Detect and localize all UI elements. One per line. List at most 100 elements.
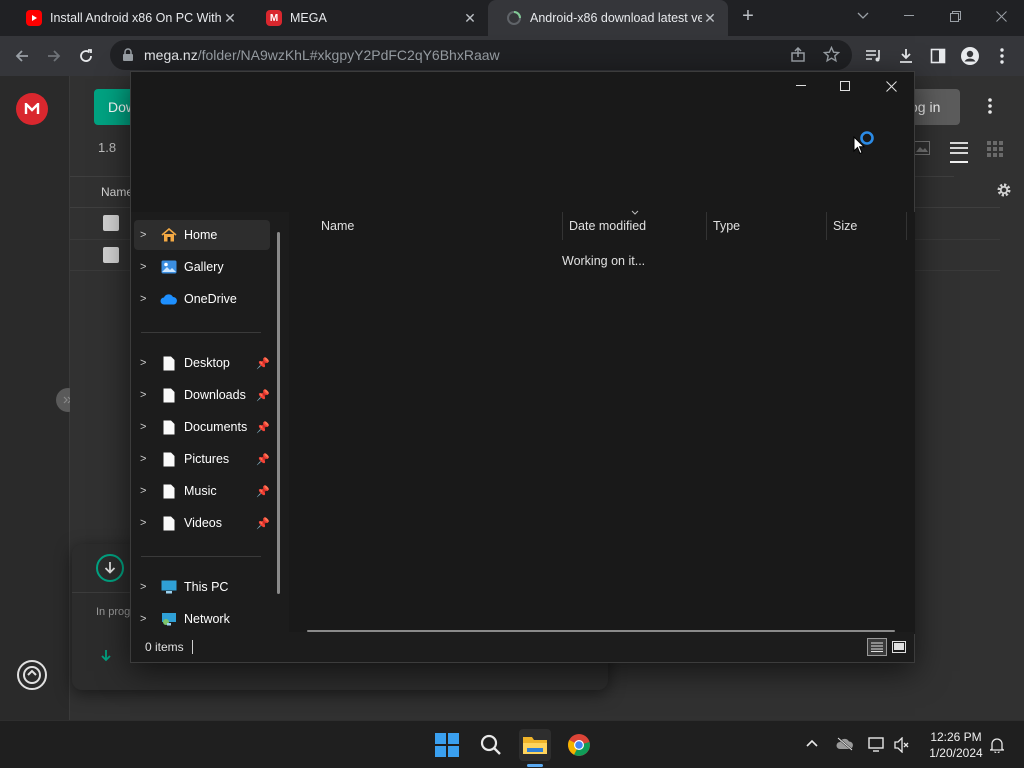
list-view-icon[interactable] [950,141,968,163]
nav-item-onedrive[interactable]: > OneDrive [134,284,270,314]
close-icon[interactable]: ✕ [702,10,718,27]
column-name[interactable]: Name [315,212,563,240]
status-bar: 0 items [131,632,914,662]
chevron-right-icon[interactable]: > [140,581,160,593]
nav-label: Desktop [184,356,230,370]
network-status-icon[interactable] [868,737,886,753]
pin-icon[interactable]: 📌 [256,421,270,434]
mega-logo-icon[interactable] [16,93,48,125]
profile-icon[interactable] [956,42,984,70]
download-circle-icon[interactable] [96,554,124,582]
nav-item-home[interactable]: > Home [134,220,270,250]
sort-arrow-icon [631,210,639,215]
file-list: Name Date modified Type Size Working on … [289,210,915,634]
clock[interactable]: 12:26 PM 1/20/2024 [918,729,994,761]
tab-search-icon[interactable] [840,0,886,32]
pin-icon[interactable]: 📌 [256,357,270,370]
name-column-header[interactable]: Name [101,185,133,199]
close-window-button[interactable] [978,0,1024,32]
chevron-right-icon[interactable]: > [140,389,160,401]
volume-muted-icon[interactable] [894,737,910,753]
youtube-icon [26,10,42,26]
sync-icon[interactable] [16,659,48,691]
tab-mega[interactable]: M MEGA ✕ [248,0,488,36]
transfer-status-text: In prog [96,606,131,618]
download-icon[interactable] [892,42,920,70]
media-queue-icon[interactable] [860,42,888,70]
file-icon [103,215,119,231]
bookmark-star-icon[interactable] [823,46,840,63]
pin-icon[interactable]: 📌 [256,453,270,466]
search-icon[interactable] [475,729,507,761]
show-hidden-icons-icon[interactable] [806,739,818,747]
nav-item-gallery[interactable]: > Gallery [134,252,270,282]
restore-button[interactable] [932,0,978,32]
chevron-right-icon[interactable]: > [140,453,160,465]
nav-item-downloads[interactable]: > Downloads 📌 [134,380,270,410]
home-icon [160,227,178,243]
document-icon [160,451,178,467]
status-separator [192,640,193,654]
thumbnail-view-icon[interactable] [914,141,930,155]
nav-item-pictures[interactable]: > Pictures 📌 [134,444,270,474]
cloud-icon [160,291,178,307]
more-options-icon[interactable] [988,98,992,114]
column-date-modified[interactable]: Date modified [563,210,707,240]
file-explorer-icon[interactable] [519,729,551,761]
nav-item-network[interactable]: > Network [134,604,270,634]
close-icon[interactable]: ✕ [462,10,478,27]
nav-item-videos[interactable]: > Videos 📌 [134,508,270,538]
grid-view-icon[interactable] [987,141,1003,157]
browser-tab-strip: Install Android x86 On PC Withou ✕ M MEG… [0,0,1024,36]
menu-icon[interactable] [988,42,1016,70]
pin-icon[interactable]: 📌 [256,517,270,530]
back-icon[interactable] [8,42,36,70]
mega-icon: M [266,10,282,26]
nav-item-documents[interactable]: > Documents 📌 [134,412,270,442]
nav-scrollbar[interactable] [277,232,280,594]
address-bar[interactable]: mega.nz/folder/NA9wzKhL#xkgpyY2PdFC2qY6B… [110,40,852,70]
url-text[interactable]: mega.nz/folder/NA9wzKhL#xkgpyY2PdFC2qY6B… [144,47,500,63]
forward-icon[interactable] [40,42,68,70]
chrome-icon[interactable] [563,729,595,761]
nav-label: Gallery [184,260,224,274]
onedrive-offline-icon[interactable] [836,737,854,751]
nav-label: Network [184,612,230,626]
share-icon[interactable] [790,47,806,63]
chevron-right-icon[interactable]: > [140,357,160,369]
details-view-icon[interactable] [867,638,887,656]
lock-icon[interactable] [122,48,134,62]
pin-icon[interactable]: 📌 [256,485,270,498]
nav-item-music[interactable]: > Music 📌 [134,476,270,506]
column-type[interactable]: Type [707,212,827,240]
chevron-right-icon[interactable]: > [140,229,160,241]
computer-icon [160,579,178,595]
column-size[interactable]: Size [827,212,907,240]
tab-android-x86[interactable]: Android-x86 download latest ver ✕ [488,0,728,36]
nav-item-desktop[interactable]: > Desktop 📌 [134,348,270,378]
close-button[interactable] [879,72,903,100]
close-icon[interactable]: ✕ [222,10,238,27]
divider [141,556,261,557]
new-tab-button[interactable]: + [732,0,764,32]
chevron-right-icon[interactable]: > [140,613,160,625]
notification-bell-icon[interactable] [990,737,1004,753]
maximize-button[interactable] [833,72,857,100]
nav-label: Home [184,228,218,242]
tab-youtube[interactable]: Install Android x86 On PC Withou ✕ [8,0,248,36]
chevron-right-icon[interactable]: > [140,293,160,305]
chevron-right-icon[interactable]: > [140,261,160,273]
minimize-button[interactable] [886,0,932,32]
chevron-right-icon[interactable]: > [140,485,160,497]
chevron-right-icon[interactable]: > [140,517,160,529]
minimize-button[interactable] [789,72,813,100]
large-icons-view-icon[interactable] [889,638,909,656]
pin-icon[interactable]: 📌 [256,389,270,402]
windows-start-icon[interactable] [431,729,463,761]
reload-icon[interactable] [72,42,100,70]
side-panel-icon[interactable] [924,42,952,70]
nav-label: Downloads [184,388,246,402]
nav-item-this-pc[interactable]: > This PC [134,572,270,602]
settings-gear-icon[interactable] [996,182,1012,198]
chevron-right-icon[interactable]: > [140,421,160,433]
